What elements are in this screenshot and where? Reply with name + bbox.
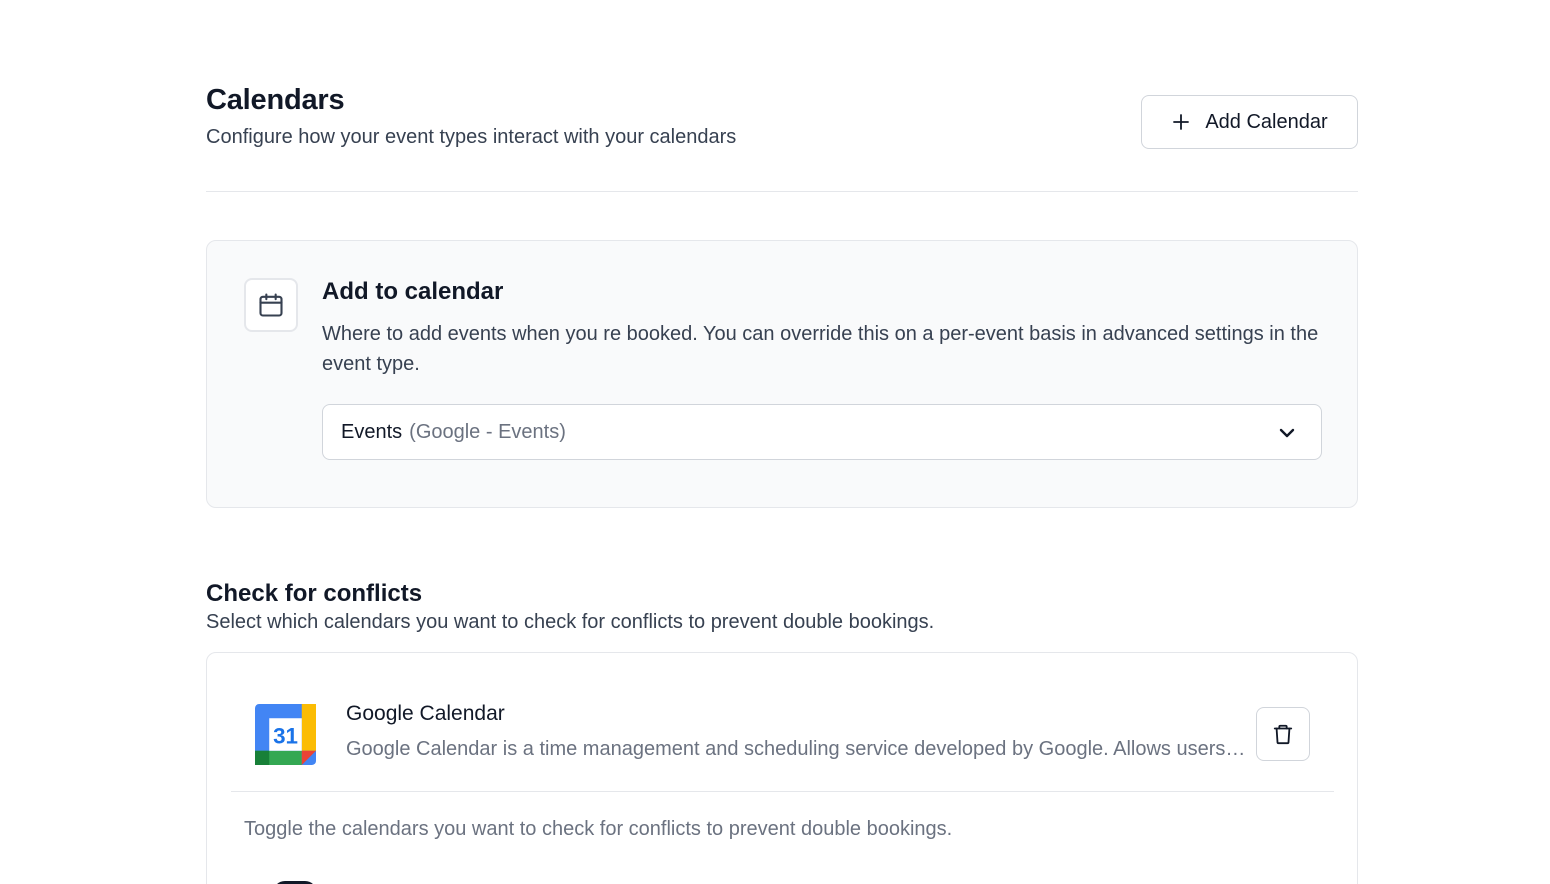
add-to-calendar-card: Add to calendar Where to add events when…	[206, 240, 1358, 508]
conflicts-title: Check for conflicts	[206, 580, 423, 607]
calendars-settings-page: Calendars Configure how your event types…	[0, 0, 1550, 884]
destination-calendar-select[interactable]: Events (Google - Events)	[322, 404, 1322, 460]
page-title: Calendars	[206, 84, 345, 116]
conflicts-description: Select which calendars you want to check…	[206, 611, 935, 633]
add-to-calendar-description: Where to add events when you re booked. …	[322, 323, 1319, 375]
google-calendar-integration-card: 31 Google Calendar Google Calendar is a …	[206, 652, 1358, 884]
select-value-detail: (Google - Events)	[409, 420, 566, 443]
remove-integration-button[interactable]	[1256, 707, 1310, 761]
add-calendar-button[interactable]: Add Calendar	[1141, 95, 1358, 149]
toggle-note: Toggle the calendars you want to check f…	[244, 818, 953, 840]
chevron-down-icon	[1279, 428, 1295, 438]
select-value: Events	[341, 420, 403, 443]
page-header: Calendars Configure how your event types…	[206, 84, 1358, 192]
add-calendar-label: Add Calendar	[1205, 110, 1328, 133]
page-subtitle: Configure how your event types interact …	[206, 126, 737, 148]
integration-description: Google Calendar is a time management and…	[346, 738, 1246, 760]
trash-icon	[1273, 724, 1293, 745]
google-calendar-logo-number: 31	[273, 724, 298, 749]
calendar-icon	[259, 293, 283, 317]
divider	[231, 791, 1334, 792]
add-to-calendar-title: Add to calendar	[322, 278, 504, 305]
google-calendar-logo: 31	[255, 704, 316, 765]
plus-icon	[1173, 114, 1190, 130]
add-to-calendar-icon-box	[244, 278, 298, 332]
integration-name: Google Calendar	[346, 702, 505, 725]
